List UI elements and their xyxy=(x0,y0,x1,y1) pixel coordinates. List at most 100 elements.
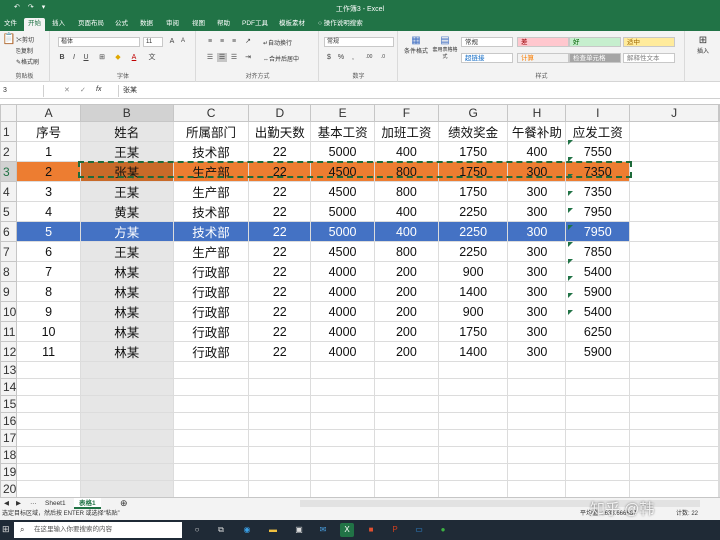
cell[interactable] xyxy=(16,378,81,396)
cell[interactable] xyxy=(437,446,509,464)
cell[interactable] xyxy=(565,395,631,413)
cell[interactable]: 7950 xyxy=(565,221,631,242)
row-header[interactable]: 13 xyxy=(0,361,18,379)
cell[interactable]: 行政部 xyxy=(172,301,250,322)
cell[interactable] xyxy=(565,480,631,497)
cell[interactable]: 行政部 xyxy=(172,281,250,302)
cell[interactable] xyxy=(718,141,720,162)
cell[interactable] xyxy=(718,301,720,322)
decrease-font-icon[interactable]: A xyxy=(178,37,188,46)
cell[interactable]: 11 xyxy=(16,341,81,362)
cell[interactable] xyxy=(718,463,720,481)
cell[interactable] xyxy=(79,446,174,464)
comma-icon[interactable]: , xyxy=(348,53,358,62)
video-icon[interactable]: ▭ xyxy=(412,523,426,537)
cell[interactable] xyxy=(718,161,720,182)
column-header[interactable]: C xyxy=(172,104,250,122)
cell[interactable]: 300 xyxy=(507,341,567,362)
cortana-icon[interactable]: ○ xyxy=(190,523,204,537)
cell[interactable] xyxy=(718,261,720,282)
cell[interactable] xyxy=(718,412,720,430)
cell[interactable] xyxy=(310,429,375,447)
cell[interactable]: 1750 xyxy=(437,181,509,202)
cell[interactable]: 200 xyxy=(373,281,439,302)
cell[interactable] xyxy=(565,412,631,430)
powerpoint-icon[interactable]: P xyxy=(388,523,402,537)
row-header[interactable]: 19 xyxy=(0,463,18,481)
cell[interactable] xyxy=(79,361,174,379)
cell[interactable] xyxy=(718,241,720,262)
cell[interactable] xyxy=(507,446,567,464)
select-all-corner[interactable] xyxy=(0,104,18,122)
cell[interactable]: 4000 xyxy=(310,261,375,282)
tell-me-search[interactable]: ○ 操作说明搜索 xyxy=(314,18,367,31)
accounting-icon[interactable]: $ xyxy=(324,53,334,62)
cell[interactable] xyxy=(718,446,720,464)
cell[interactable]: 林某 xyxy=(79,261,174,282)
cell[interactable]: 1750 xyxy=(437,321,509,342)
cell[interactable] xyxy=(629,378,719,396)
edge-icon[interactable]: ◉ xyxy=(240,523,254,537)
cell[interactable]: 400 xyxy=(507,141,567,162)
cell[interactable] xyxy=(629,341,719,362)
cell[interactable] xyxy=(310,378,375,396)
row-header[interactable]: 1 xyxy=(0,121,18,142)
error-indicator-icon[interactable] xyxy=(568,191,573,196)
cell[interactable] xyxy=(16,480,81,497)
cell[interactable] xyxy=(629,463,719,481)
cell[interactable]: 1400 xyxy=(437,281,509,302)
cell[interactable]: 林某 xyxy=(79,321,174,342)
cell[interactable]: 2250 xyxy=(437,201,509,222)
error-indicator-icon[interactable] xyxy=(568,174,573,179)
error-indicator-icon[interactable] xyxy=(568,140,573,145)
column-header[interactable]: A xyxy=(16,104,81,122)
cell[interactable]: 5400 xyxy=(565,301,631,322)
cell[interactable]: 行政部 xyxy=(172,261,250,282)
cell[interactable] xyxy=(629,480,719,497)
row-header[interactable]: 16 xyxy=(0,412,18,430)
merge-center-button[interactable]: ⇔合并后居中 xyxy=(263,54,299,63)
decrease-decimal-icon[interactable]: .0 xyxy=(378,53,388,62)
cell[interactable] xyxy=(437,429,509,447)
cell[interactable]: 300 xyxy=(507,201,567,222)
align-center-icon[interactable]: ☰ xyxy=(217,53,227,62)
wechat-icon[interactable]: ● xyxy=(436,523,450,537)
cell[interactable]: 4000 xyxy=(310,341,375,362)
cell[interactable]: 技术部 xyxy=(172,201,250,222)
row-header[interactable]: 2 xyxy=(0,141,18,162)
cell[interactable] xyxy=(248,412,312,430)
cell[interactable] xyxy=(172,429,250,447)
cell[interactable] xyxy=(310,463,375,481)
cell[interactable]: 7 xyxy=(16,261,81,282)
row-header[interactable]: 3 xyxy=(0,161,18,182)
row-header[interactable]: 4 xyxy=(0,181,18,202)
cell[interactable]: 生产部 xyxy=(172,181,250,202)
cell[interactable]: 4000 xyxy=(310,321,375,342)
cell[interactable]: 王某 xyxy=(79,141,174,162)
cell[interactable] xyxy=(248,378,312,396)
increase-font-icon[interactable]: A xyxy=(167,37,177,46)
cell[interactable] xyxy=(629,301,719,322)
column-header[interactable]: E xyxy=(310,104,375,122)
column-header[interactable]: I xyxy=(565,104,631,122)
cell[interactable] xyxy=(79,463,174,481)
cell[interactable]: 22 xyxy=(248,341,312,362)
tab-formulas[interactable]: 公式 xyxy=(111,18,132,31)
tab-view[interactable]: 视图 xyxy=(188,18,209,31)
error-indicator-icon[interactable] xyxy=(568,208,573,213)
row-header[interactable]: 17 xyxy=(0,429,18,447)
cell[interactable] xyxy=(172,480,250,497)
cell[interactable]: 4500 xyxy=(310,241,375,262)
wrap-text-button[interactable]: ↵自动换行 xyxy=(263,38,292,47)
cell[interactable] xyxy=(437,463,509,481)
cell[interactable] xyxy=(718,181,720,202)
error-indicator-icon[interactable] xyxy=(568,310,573,315)
cell[interactable] xyxy=(565,463,631,481)
row-header[interactable]: 6 xyxy=(0,221,18,242)
sheet-tab-active[interactable]: 表格1 xyxy=(74,498,101,509)
cell[interactable] xyxy=(79,395,174,413)
name-box[interactable]: 3 xyxy=(0,85,44,97)
cell[interactable] xyxy=(310,412,375,430)
cell[interactable] xyxy=(629,429,719,447)
cell[interactable]: 22 xyxy=(248,281,312,302)
